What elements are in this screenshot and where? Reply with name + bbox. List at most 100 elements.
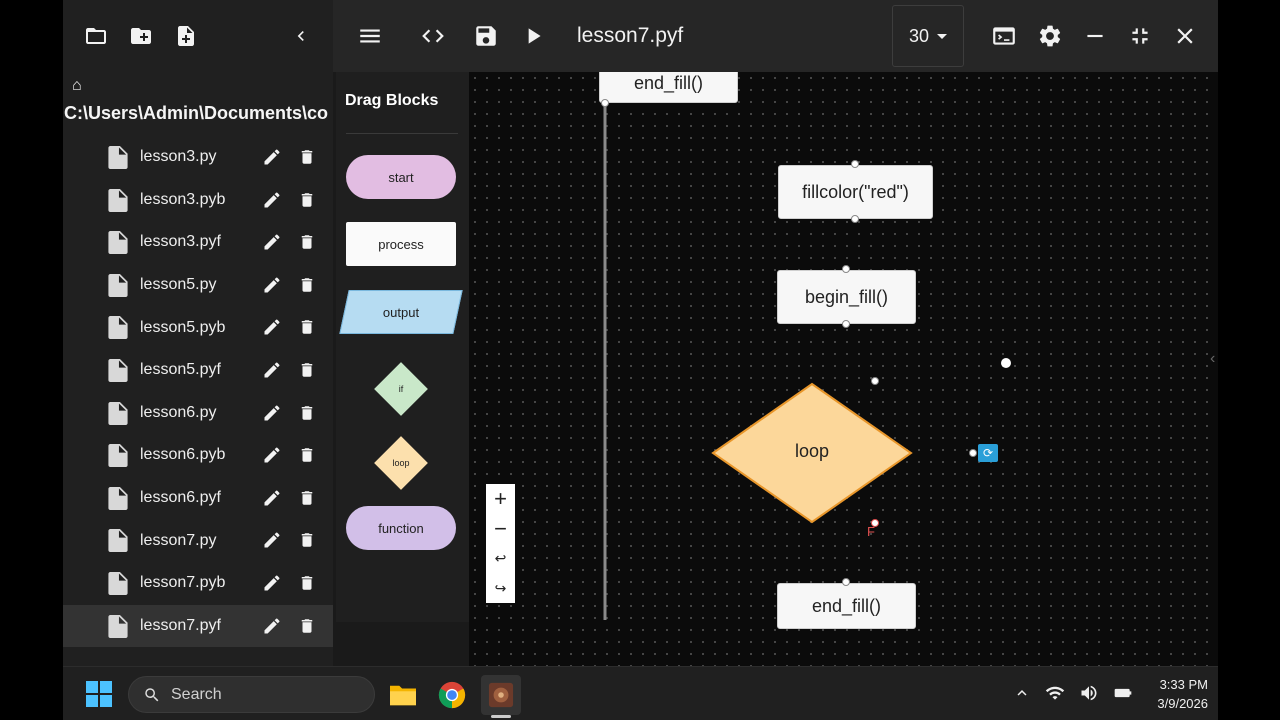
file-list-item[interactable]: lesson3.pyb	[63, 179, 333, 222]
folder-icon	[390, 685, 416, 706]
chevron-left-icon	[297, 31, 304, 41]
node-port[interactable]	[842, 320, 850, 328]
delete-icon[interactable]	[298, 147, 316, 167]
redo-button[interactable]: ↪	[486, 574, 515, 603]
minimize-icon[interactable]	[1081, 22, 1109, 50]
edit-icon[interactable]	[262, 616, 282, 636]
file-list-item[interactable]: lesson5.pyb	[63, 306, 333, 349]
palette-block-if[interactable]: if	[373, 361, 429, 417]
node-port[interactable]	[851, 215, 859, 223]
palette-block-output[interactable]: output	[339, 290, 463, 334]
file-list-item[interactable]: lesson6.pyb	[63, 434, 333, 477]
node-port[interactable]	[969, 449, 977, 457]
terminal-icon[interactable]	[990, 22, 1018, 50]
file-explorer-app[interactable]	[383, 675, 423, 715]
file-list-item[interactable]: lesson7.pyb	[63, 562, 333, 605]
file-list-item[interactable]: lesson7.pyf	[63, 604, 333, 648]
loop-repeat-icon[interactable]: ⟳	[978, 444, 998, 462]
file-list-item[interactable]: lesson7.py	[63, 519, 333, 562]
search-icon	[145, 687, 159, 701]
edit-icon[interactable]	[262, 147, 282, 167]
edit-icon[interactable]	[262, 190, 282, 210]
taskbar-search[interactable]	[128, 676, 375, 713]
open-folder-icon[interactable]	[83, 23, 109, 49]
current-path: C:\Users\Admin\Documents\co	[64, 103, 329, 123]
speed-select[interactable]: 30	[892, 5, 964, 67]
delete-icon[interactable]	[298, 232, 316, 252]
save-icon[interactable]	[472, 22, 500, 50]
file-icon	[108, 231, 128, 255]
delete-icon[interactable]	[298, 573, 316, 593]
start-button[interactable]	[85, 680, 113, 708]
file-list-item[interactable]: lesson3.py	[63, 136, 333, 179]
node-port[interactable]	[871, 377, 879, 385]
flowchart-canvas[interactable]: end_fill() fillcolor("red") begin_fill()…	[469, 72, 1218, 666]
node-port[interactable]	[601, 99, 609, 107]
delete-icon[interactable]	[298, 403, 316, 423]
zoom-in-button[interactable]: +	[486, 484, 515, 513]
end-fill-node-bottom[interactable]: end_fill()	[777, 583, 916, 629]
end-fill-node-top[interactable]: end_fill()	[599, 72, 738, 103]
edit-icon[interactable]	[262, 573, 282, 593]
file-icon	[108, 571, 128, 595]
system-tray	[1013, 683, 1147, 708]
delete-icon[interactable]	[298, 190, 316, 210]
palette-block-start[interactable]: start	[346, 155, 456, 199]
delete-icon[interactable]	[298, 530, 316, 550]
palette-block-function[interactable]: function	[346, 506, 456, 550]
delete-icon[interactable]	[298, 275, 316, 295]
edit-icon[interactable]	[262, 488, 282, 508]
new-file-icon[interactable]	[173, 23, 199, 49]
fillcolor-node[interactable]: fillcolor("red")	[778, 165, 933, 219]
edit-icon[interactable]	[262, 232, 282, 252]
file-icon	[108, 273, 128, 297]
file-list-item[interactable]: lesson3.pyf	[63, 221, 333, 264]
taskbar-clock[interactable]: 3:33 PM 3/9/2026	[1128, 675, 1208, 713]
file-list-item[interactable]: lesson5.pyf	[63, 349, 333, 392]
new-folder-icon[interactable]	[128, 23, 154, 49]
file-icon	[108, 529, 128, 553]
delete-icon[interactable]	[298, 360, 316, 380]
edit-icon[interactable]	[262, 530, 282, 550]
loop-false-label: F	[867, 524, 875, 539]
edit-icon[interactable]	[262, 403, 282, 423]
palette-block-process[interactable]: process	[346, 222, 456, 266]
delete-icon[interactable]	[298, 488, 316, 508]
delete-icon[interactable]	[298, 317, 316, 337]
node-port[interactable]	[842, 578, 850, 586]
zoom-out-button[interactable]: −	[486, 514, 515, 543]
run-icon[interactable]	[519, 22, 547, 50]
windows-logo-icon	[86, 681, 112, 707]
chrome-app[interactable]	[432, 675, 472, 715]
menu-icon[interactable]	[356, 22, 384, 50]
chevron-left-icon[interactable]: ‹	[1210, 350, 1215, 368]
volume-icon[interactable]	[1079, 683, 1099, 708]
file-icon	[108, 444, 128, 468]
palette-block-function-label: function	[378, 520, 424, 536]
undo-button[interactable]: ↩	[486, 544, 515, 573]
clock-date: 3/9/2026	[1157, 696, 1208, 711]
file-list-item[interactable]: lesson6.pyf	[63, 477, 333, 520]
edit-icon[interactable]	[262, 275, 282, 295]
code-view-icon[interactable]	[419, 22, 447, 50]
collapse-panel-button[interactable]	[291, 23, 311, 49]
settings-gear-icon[interactable]	[1036, 22, 1064, 50]
restore-icon[interactable]	[1126, 22, 1154, 50]
search-input[interactable]	[171, 685, 351, 704]
file-list-item[interactable]: lesson5.py	[63, 264, 333, 307]
wifi-icon[interactable]	[1045, 683, 1065, 708]
file-list-item[interactable]: lesson6.py	[63, 392, 333, 435]
node-port[interactable]	[851, 160, 859, 168]
edit-icon[interactable]	[262, 360, 282, 380]
palette-block-loop[interactable]: loop	[373, 435, 429, 491]
home-icon[interactable]: ⌂	[72, 77, 82, 95]
edit-icon[interactable]	[262, 445, 282, 465]
close-icon[interactable]	[1171, 22, 1199, 50]
begin-fill-node[interactable]: begin_fill()	[777, 270, 916, 324]
delete-icon[interactable]	[298, 445, 316, 465]
node-port[interactable]	[842, 265, 850, 273]
chevron-up-icon[interactable]	[1013, 684, 1031, 707]
edit-icon[interactable]	[262, 317, 282, 337]
delete-icon[interactable]	[298, 616, 316, 636]
flowchart-app[interactable]	[481, 675, 521, 718]
